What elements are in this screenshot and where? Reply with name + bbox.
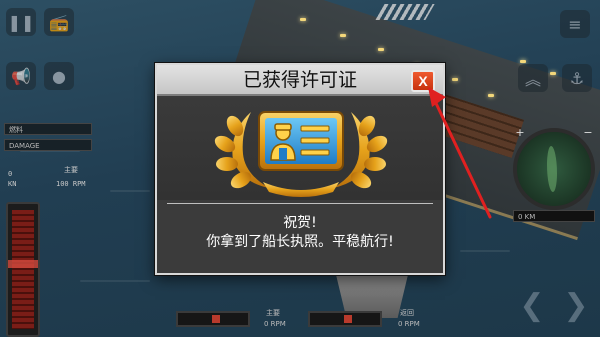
zoom-out-icon[interactable]: − (581, 126, 595, 140)
damage-label: DAMAGE (4, 139, 92, 151)
steer-left-icon[interactable]: ❮ (518, 290, 546, 322)
pier-light (452, 78, 458, 81)
wave (80, 280, 150, 282)
menu-icon[interactable]: ≡ (560, 10, 590, 38)
radar-minimap[interactable] (513, 128, 595, 210)
speed-value: 0 (8, 170, 13, 178)
anchor-icon[interactable]: ⚓ (562, 64, 592, 92)
annotation-arrow-icon (428, 87, 492, 219)
right-engine-rpm: 0 RPM (398, 320, 420, 328)
congrats-line-2: 你拿到了船长执照。平稳航行! (206, 234, 394, 250)
pier-light (550, 72, 556, 75)
engine-rpm: 100 RPM (56, 180, 86, 188)
throttle-gauge[interactable] (6, 202, 40, 337)
pause-icon[interactable]: ❚❚ (6, 8, 36, 36)
wave (110, 190, 150, 192)
pier-light (520, 60, 526, 63)
steer-right-icon[interactable]: ❯ (562, 290, 590, 322)
throttle-gauge-fill (12, 210, 34, 329)
left-engine-rpm: 0 RPM (264, 320, 286, 328)
congrats-line-1: 祝贺! (283, 215, 317, 231)
chevron-up-icon[interactable]: ︽ (518, 64, 548, 92)
radar-landmass (547, 146, 557, 192)
pier-light (300, 18, 306, 21)
badge-panel (157, 98, 443, 200)
horn-icon[interactable]: 📢 (6, 62, 36, 90)
throttle-gauge-marker[interactable] (8, 260, 38, 268)
dialog-divider (167, 203, 433, 204)
wave (460, 250, 510, 252)
radio-icon[interactable]: 📻 (44, 8, 74, 36)
speed-unit: KN (8, 180, 17, 188)
pier-light (378, 48, 384, 51)
congrats-message: 祝贺! 你拿到了船长执照。平稳航行! (157, 214, 443, 252)
light-icon[interactable]: ● (44, 62, 74, 90)
dialog-title: 已获得许可证 (242, 69, 357, 91)
license-badge-icon (214, 111, 388, 197)
fuel-label: 燃料 (4, 123, 92, 135)
license-dialog: 已获得许可证 X 祝贺! 你拿到了船长执照。平稳航行! (155, 63, 445, 275)
engine-label: 主要 (64, 166, 78, 174)
radar-distance: 0 KM (513, 210, 595, 222)
left-engine-label: 主要 (266, 309, 280, 317)
left-engine-throttle[interactable] (176, 311, 250, 327)
pier-markings (375, 4, 435, 20)
pier-light (340, 34, 346, 37)
dialog-header: 已获得许可证 X (157, 65, 443, 96)
right-engine-label: 返回 (400, 309, 414, 317)
zoom-in-icon[interactable]: + (513, 126, 527, 140)
right-engine-throttle[interactable] (308, 311, 382, 327)
